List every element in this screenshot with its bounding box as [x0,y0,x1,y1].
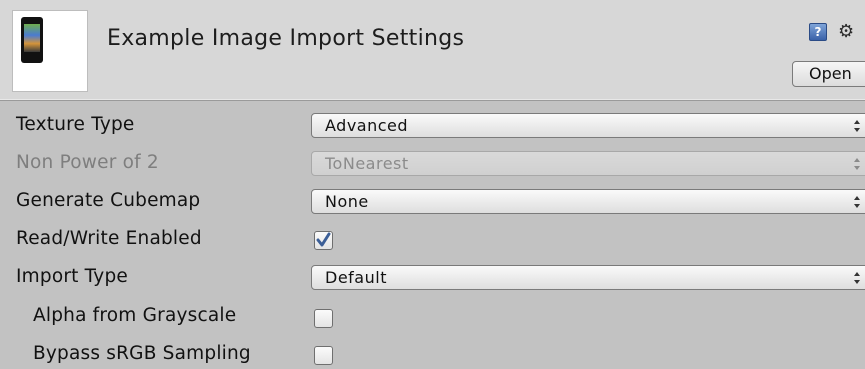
import-type-dropdown[interactable]: Default [311,265,865,290]
alpha-from-grayscale-row: Alpha from Grayscale [0,297,865,335]
texture-type-dropdown[interactable]: Advanced [311,113,865,138]
import-type-value: Default [325,268,387,287]
image-thumbnail [12,10,88,92]
generate-cubemap-row: Generate Cubemap None [0,182,865,220]
alpha-from-grayscale-checkbox[interactable] [314,309,333,328]
non-power-of-2-label: Non Power of 2 [16,152,159,173]
texture-type-label: Texture Type [16,114,135,135]
bypass-srgb-sampling-row: Bypass sRGB Sampling [0,334,865,369]
bypass-srgb-sampling-label: Bypass sRGB Sampling [33,343,251,364]
import-type-row: Import Type Default [0,258,865,296]
non-power-of-2-row: Non Power of 2 ToNearest [0,144,865,182]
read-write-enabled-row: Read/Write Enabled [0,220,865,258]
generate-cubemap-dropdown[interactable]: None [311,189,865,214]
open-button[interactable]: Open [792,61,865,87]
device-screen [24,24,40,52]
inspector-panel: Example Image Import Settings ? ⚙ Open T… [0,0,865,369]
bypass-srgb-sampling-checkbox[interactable] [314,346,333,365]
read-write-enabled-label: Read/Write Enabled [16,228,202,249]
gear-icon[interactable]: ⚙ [838,22,860,42]
texture-type-value: Advanced [325,116,409,135]
updown-arrows-icon [854,158,860,170]
device-image-icon [21,17,43,63]
updown-arrows-icon [854,272,860,284]
alpha-from-grayscale-label: Alpha from Grayscale [33,305,237,326]
texture-type-row: Texture Type Advanced [0,106,865,144]
page-title: Example Image Import Settings [107,26,465,51]
non-power-of-2-dropdown: ToNearest [311,151,865,176]
help-icon[interactable]: ? [809,23,827,41]
generate-cubemap-label: Generate Cubemap [16,190,201,211]
header-divider [0,99,865,100]
updown-arrows-icon [854,196,860,208]
inspector-header: Example Image Import Settings ? ⚙ Open [0,0,865,101]
read-write-enabled-checkbox[interactable] [314,231,333,250]
import-type-label: Import Type [16,266,128,287]
non-power-of-2-value: ToNearest [325,154,409,173]
generate-cubemap-value: None [325,192,369,211]
checkmark-icon [316,232,331,247]
updown-arrows-icon [854,120,860,132]
